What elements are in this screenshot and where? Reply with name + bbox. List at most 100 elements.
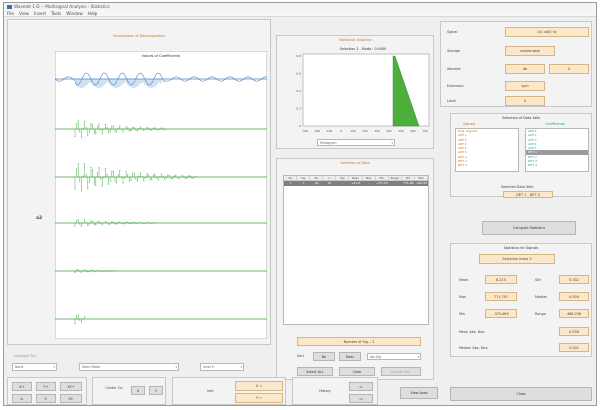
coefficients-list[interactable]: APP 1 APP 2 APP 3 APP 4 APP 5 DET 1 DET 2 DET 3…: [525, 128, 589, 172]
zoom-y-out-button[interactable]: Y-: [36, 394, 56, 403]
history-next-button[interactable]: ->: [349, 394, 373, 403]
zoom-xy-out-button[interactable]: XY-: [60, 394, 82, 403]
histogram-xtick: 100: [350, 129, 356, 133]
menu-window[interactable]: Window: [66, 11, 83, 16]
column-header[interactable]: Range: [389, 176, 402, 180]
table-cell: -: [342, 182, 344, 185]
history-prev-button[interactable]: <-: [349, 382, 373, 391]
info-panel: Info X = Y =: [172, 377, 286, 405]
column-header[interactable]: Min: [376, 176, 389, 180]
info-y-value: Y =: [235, 393, 283, 403]
list-item[interactable]: DET 3: [456, 163, 518, 167]
median-abs-dev-value: 0.001: [559, 343, 589, 352]
title-bar: Wavelet 1-D -- Multisignal Analysis - St…: [4, 3, 596, 10]
app-icon: [7, 4, 12, 9]
mean-label: Mean: [459, 278, 469, 282]
column-header[interactable]: Idx: [284, 176, 298, 180]
storage-value: columnwise: [505, 46, 555, 56]
min-label: Min: [459, 312, 466, 316]
level-select[interactable]: level 5: [200, 363, 244, 371]
table-cell: 1: [302, 182, 305, 185]
histogram-xtick: 500: [398, 129, 404, 133]
data-table[interactable]: Idx Sig Str L Typ Mean Max Min Range Std Med 1 1 Sig…: [283, 175, 429, 325]
import-data-button[interactable]: Import Dat.: [381, 367, 421, 376]
range-value: 466.256: [559, 309, 589, 318]
zoom-x-out-button[interactable]: X-: [12, 394, 32, 403]
mean-value: 8.215: [485, 275, 517, 284]
view-axes-button[interactable]: View Axes: [400, 387, 438, 399]
zoom-y-in-button[interactable]: Y+: [36, 382, 56, 391]
mean-abs-dev-value: 0.038: [559, 327, 589, 336]
signals-list[interactable]: Orig. Signals APP 1 APP 2 APP 3 APP 4 APP 5 DE…: [455, 128, 519, 172]
column-header[interactable]: Max: [363, 176, 376, 180]
wavelet-order: 4: [549, 64, 589, 74]
number-of-signals: Number of Sig. : 2: [297, 337, 421, 346]
column-header[interactable]: Std: [402, 176, 415, 180]
column-header[interactable]: Mean: [349, 176, 363, 180]
median-abs-dev-label: Median Abs. Dev.: [459, 346, 489, 350]
menu-view[interactable]: View: [19, 11, 29, 16]
histogram-xtick: 0: [340, 129, 342, 133]
center-x-button[interactable]: X: [131, 386, 145, 395]
table-cell: 1: [289, 182, 292, 185]
table-cell: -: [394, 182, 396, 185]
std-value: 0.332: [559, 275, 589, 284]
histogram-panel: Statistical Graphics Selection 2 - Mode …: [276, 35, 434, 149]
sort-no-button[interactable]: No: [313, 352, 335, 361]
menu-tools[interactable]: Tools: [51, 11, 61, 16]
menu-file[interactable]: File: [7, 11, 14, 16]
data-sets-panel-title: Selection of Data Sets: [502, 116, 540, 120]
signals-column-label: Signals: [463, 122, 476, 126]
zoom-x-in-button[interactable]: X+: [12, 382, 32, 391]
histogram-xtick: -100: [326, 129, 333, 133]
close-button[interactable]: Close: [450, 387, 592, 401]
storage-label: Storage: [447, 49, 461, 53]
center-on-panel: Center On X Y: [92, 377, 166, 405]
column-header[interactable]: L: [323, 176, 337, 180]
data-info-panel: Selection of Data Idx Sig Str L Typ Mean Max Mi…: [276, 158, 434, 380]
sort-by-select[interactable]: Idx Sig: [367, 353, 421, 360]
statistics-panel: Statistics for Signals Selection Index 2…: [450, 243, 592, 357]
coefficients-plot[interactable]: Values of Coefficients a4d4d3d2d1d1: [55, 51, 267, 339]
signal-info-panel: Signal (x1 x40) hz Storage columnwise Wa…: [440, 21, 592, 107]
histogram-xtick: 300: [374, 129, 380, 133]
histogram-xtick: 400: [386, 129, 392, 133]
column-header[interactable]: Typ: [336, 176, 350, 180]
median-value: 0.000: [559, 292, 589, 301]
compute-statistics-button[interactable]: Compute Statistics: [482, 221, 576, 235]
column-header[interactable]: Med: [415, 176, 428, 180]
app-window: Wavelet 1-D -- Multisignal Analysis - St…: [3, 2, 597, 406]
min-value: -375.469: [485, 309, 517, 318]
table-row[interactable]: 1 1 Sig Str - +8.215 - +771.797 - -375.469 -466.25…: [284, 181, 428, 186]
zoom-panel: X+ Y+ XY+ X- Y- XY-: [7, 377, 87, 405]
info-label: Info: [207, 389, 214, 393]
selection-index: Selection Index 2: [479, 254, 555, 264]
list-item[interactable]: DET 4: [526, 163, 588, 167]
clear-button[interactable]: Clear: [339, 367, 375, 376]
histogram-plot[interactable]: Selection 2 - Mode : 0.0000 0.8 0.6 0.4 0.2…: [291, 44, 431, 138]
extension-label: Extension: [447, 84, 464, 88]
menu-bar: File View Insert Tools Window Help: [4, 10, 596, 17]
mode-select[interactable]: Stem Mode: [79, 363, 179, 371]
center-y-button[interactable]: Y: [149, 386, 163, 395]
histogram-xtick: 700: [422, 129, 428, 133]
highlight-label: Highlight Sel.: [14, 354, 37, 358]
extension-value: sym: [505, 81, 545, 91]
table-cell: -: [368, 182, 370, 185]
decomposition-panel: Visualization of Decomposition a2 Values…: [7, 19, 271, 358]
highlight-select[interactable]: None: [12, 363, 57, 371]
window-title: Wavelet 1-D -- Multisignal Analysis - St…: [14, 4, 110, 9]
select-all-button[interactable]: Select ALL: [297, 367, 333, 376]
graph-type-select[interactable]: Histogram: [317, 139, 395, 146]
statistics-panel-title: Statistics for Signals: [503, 246, 539, 250]
column-header[interactable]: Sig: [297, 176, 311, 180]
menu-insert[interactable]: Insert: [34, 11, 46, 16]
selected-data-label: Selected Data Sets: [501, 185, 534, 189]
std-label: Std: [535, 278, 541, 282]
decomposition-panel-title: Visualization of Decomposition: [112, 34, 166, 38]
signal-value: (x1 x40) hz: [505, 27, 589, 37]
column-header[interactable]: Str: [310, 176, 324, 180]
zoom-xy-in-button[interactable]: XY+: [60, 382, 82, 391]
sort-desc-button[interactable]: Desc: [339, 352, 361, 361]
menu-help[interactable]: Help: [88, 11, 98, 16]
